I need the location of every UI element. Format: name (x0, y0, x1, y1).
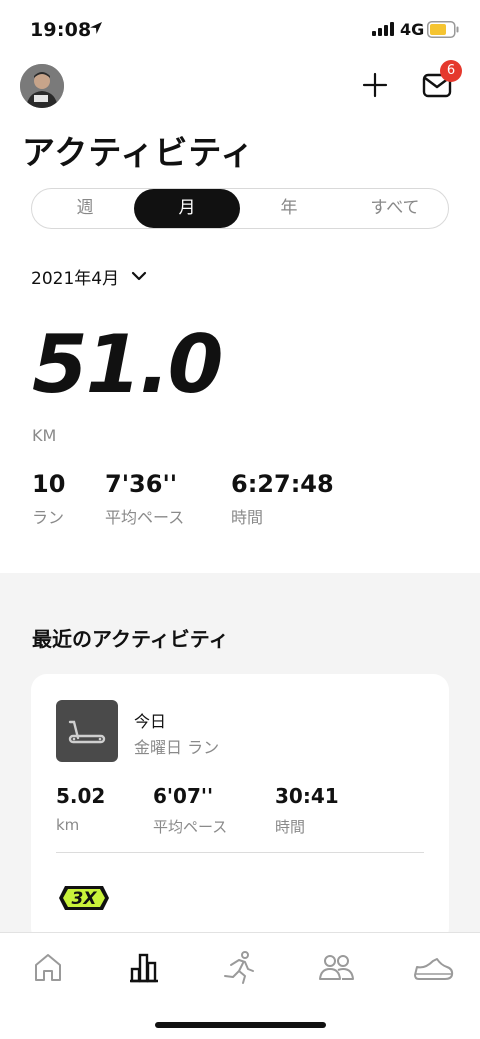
period-segmented-control: 週 月 年 すべて (31, 188, 449, 229)
activity-card[interactable]: 今日 金曜日 ラン 5.02 km 6'07'' 平均ペース 30:41 時間 … (31, 674, 449, 944)
location-arrow-icon (90, 22, 102, 34)
pace-label: 平均ペース (105, 508, 185, 527)
total-distance: 51.0 (32, 318, 223, 411)
month-dropdown[interactable]: 2021年4月 (31, 263, 147, 289)
status-time: 19:08 (30, 19, 92, 41)
shoe-icon[interactable] (411, 949, 455, 985)
segment-all[interactable]: すべて (342, 189, 448, 228)
month-label: 2021年4月 (31, 268, 120, 289)
time-value: 6:27:48 (231, 470, 334, 498)
inbox-badge-count: 6 (440, 60, 462, 82)
cellular-signal-icon (372, 22, 394, 36)
time-label: 時間 (231, 508, 264, 527)
svg-text:3X: 3X (72, 889, 98, 909)
card-time-value: 30:41 (275, 784, 339, 808)
segment-month[interactable]: 月 (134, 189, 240, 228)
community-icon[interactable] (316, 949, 356, 985)
add-activity-button[interactable] (360, 70, 390, 100)
card-pace-label: 平均ペース (153, 818, 228, 836)
segment-week[interactable]: 週 (32, 189, 138, 228)
chevron-down-icon (131, 271, 147, 281)
activity-subtitle: 金曜日 ラン (134, 738, 220, 757)
pace-stat: 7'36'' 平均ペース (105, 470, 184, 528)
runs-stat: 10 ラン (32, 470, 65, 528)
card-distance-unit: km (56, 816, 80, 834)
summary-stats: 10 ラン 7'36'' 平均ペース 6:27:48 時間 (32, 470, 452, 530)
card-distance-stat: 5.02 km (56, 784, 105, 834)
distance-unit: KM (32, 426, 57, 445)
battery-icon (427, 21, 459, 38)
activity-chart-icon[interactable] (124, 949, 164, 985)
network-type: 4G (400, 20, 425, 39)
card-pace-value: 6'07'' (153, 784, 214, 808)
card-time-label: 時間 (275, 818, 306, 836)
activity-date: 今日 (134, 712, 167, 731)
3x-achievement-badge-icon: 3X (59, 886, 109, 910)
card-time-stat: 30:41 時間 (275, 784, 339, 837)
pace-value: 7'36'' (105, 470, 178, 498)
status-bar: 19:08 4G (0, 0, 480, 60)
card-divider (56, 852, 424, 853)
runs-value: 10 (32, 470, 66, 498)
card-pace-stat: 6'07'' 平均ペース (153, 784, 227, 837)
home-icon[interactable] (28, 949, 68, 985)
card-distance-value: 5.02 (56, 784, 106, 808)
time-stat: 6:27:48 時間 (231, 470, 334, 528)
run-icon[interactable] (219, 949, 259, 985)
treadmill-thumbnail (56, 700, 118, 762)
runs-label: ラン (32, 508, 65, 527)
avatar-image (20, 64, 64, 108)
recent-activities-title: 最近のアクティビティ (32, 627, 229, 651)
home-indicator (155, 1022, 326, 1028)
page-title: アクティビティ (22, 133, 255, 172)
profile-avatar[interactable] (20, 64, 64, 108)
segment-year[interactable]: 年 (236, 189, 342, 228)
treadmill-icon (68, 720, 106, 744)
